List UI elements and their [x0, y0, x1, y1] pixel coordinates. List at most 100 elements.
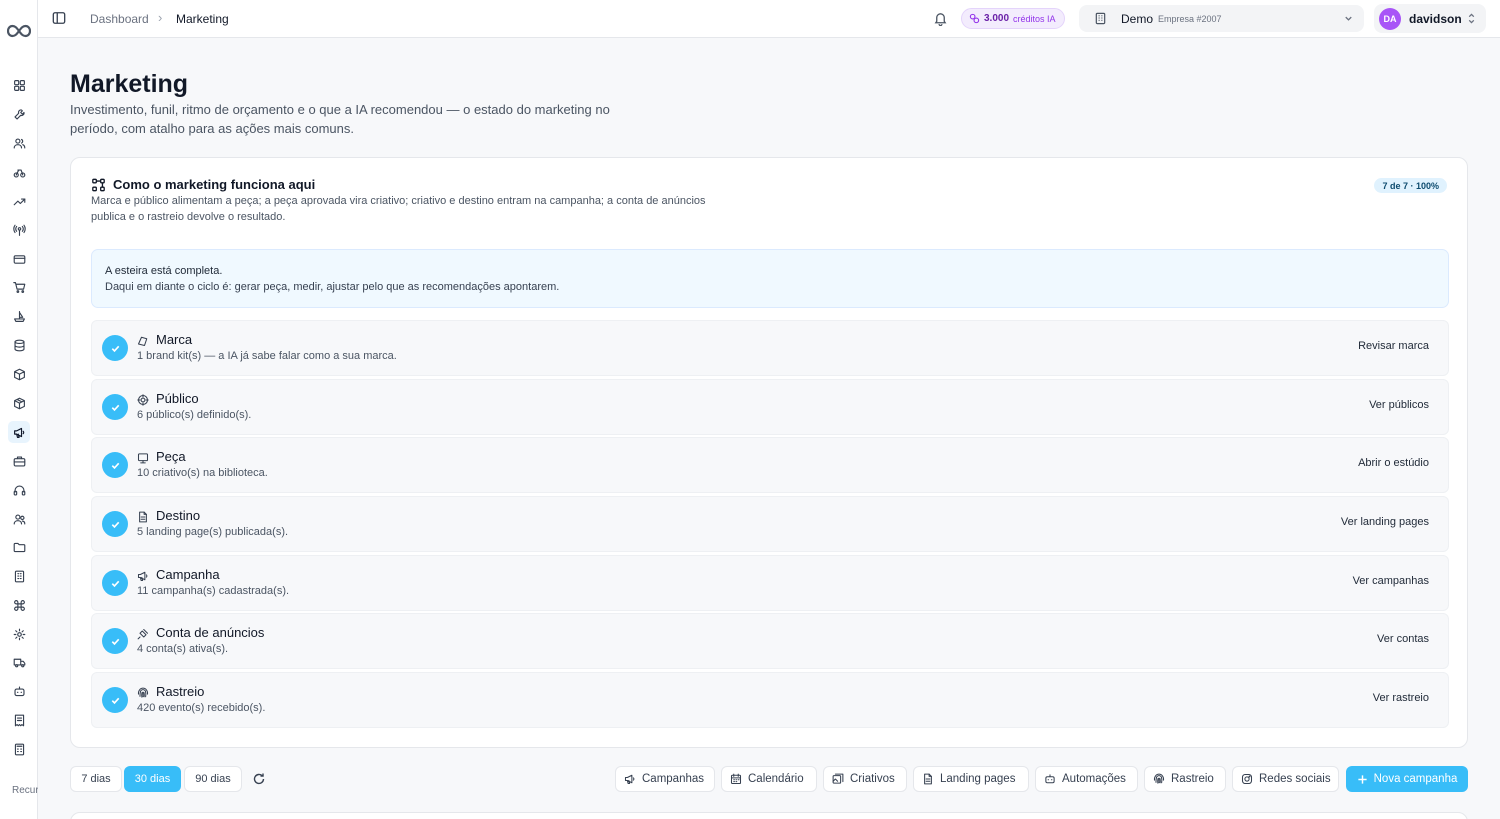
calendar-icon [730, 773, 742, 785]
step-action-link[interactable]: Ver campanhas [1353, 575, 1429, 587]
app-logo-icon[interactable] [7, 22, 31, 40]
sparkle-icon [969, 13, 980, 24]
tools-icon [13, 108, 26, 121]
target-icon [137, 393, 149, 406]
database-icon [13, 339, 26, 352]
toolbar-calendário-button[interactable]: Calendário [721, 766, 817, 792]
toolbar-button-label: Automações [1062, 773, 1126, 785]
toolbar-button-label: Calendário [748, 773, 804, 785]
images-icon [832, 773, 844, 785]
toolbar-button-label: Criativos [850, 773, 895, 785]
toolbar-redes-sociais-button[interactable]: Redes sociais [1232, 766, 1339, 792]
sidebar-item-card[interactable] [8, 248, 30, 270]
sidebar-item-cart[interactable] [8, 276, 30, 298]
check-circle-icon [102, 570, 128, 596]
page-subtitle: Investimento, funil, ritmo de orçamento … [70, 102, 610, 136]
sidebar-footer-label[interactable]: Recursos avançados [12, 785, 38, 797]
megaphone-icon [13, 426, 26, 439]
breadcrumb-current: Marketing [176, 12, 229, 26]
banner-title: A esteira está completa. [105, 265, 223, 277]
sidebar-item-folder[interactable] [8, 536, 30, 558]
receipt-icon [13, 714, 26, 727]
toolbar-button-label: Landing pages [940, 773, 1016, 785]
step-description: 6 público(s) definido(s). [137, 409, 252, 421]
credits-badge[interactable]: 3.000 créditos IA [961, 8, 1065, 29]
sidebar-item-robot[interactable] [8, 680, 30, 702]
antenna-icon [12, 224, 26, 237]
sidebar-item-command[interactable] [8, 594, 30, 616]
step-action-link[interactable]: Ver públicos [1369, 399, 1429, 411]
megaphone-icon [624, 773, 636, 785]
sidebar-item-briefcase[interactable] [8, 450, 30, 472]
gear-icon [13, 628, 26, 641]
range-button[interactable]: 7 dias [70, 766, 122, 792]
company-selector[interactable]: Demo Empresa #2007 [1079, 5, 1364, 32]
step-action-link[interactable]: Abrir o estúdio [1358, 457, 1429, 469]
step-action-link[interactable]: Ver contas [1377, 633, 1429, 645]
toolbar-rastreio-button[interactable]: Rastreio [1144, 766, 1226, 792]
sidebar-item-gear[interactable] [8, 623, 30, 645]
toolbar-landing-pages-button[interactable]: Landing pages [913, 766, 1029, 792]
toolbar-automações-button[interactable]: Automações [1035, 766, 1138, 792]
flow-title: Como o marketing funciona aqui [113, 177, 316, 192]
sidebar: Recursos avançados [0, 0, 38, 819]
sidebar-item-users[interactable] [8, 132, 30, 154]
sidebar-item-calculator[interactable] [8, 738, 30, 760]
flow-step: Público 6 público(s) definido(s). Ver públ… [91, 379, 1449, 435]
credits-amount: 3.000 [984, 13, 1010, 24]
sidebar-item-bike[interactable] [8, 161, 30, 183]
step-action-link[interactable]: Ver landing pages [1341, 516, 1429, 528]
step-description: 420 evento(s) recebido(s). [137, 702, 266, 714]
breadcrumb-dashboard[interactable]: Dashboard [90, 12, 149, 26]
bell-icon[interactable] [933, 11, 948, 26]
new-campaign-label: Nova campanha [1373, 773, 1458, 785]
step-name: Conta de anúncios [156, 625, 265, 640]
user-menu[interactable]: DA davidson [1374, 4, 1486, 33]
sidebar-item-team[interactable] [8, 508, 30, 530]
sidebar-item-box[interactable] [8, 363, 30, 385]
toolbar-button-label: Campanhas [642, 773, 705, 785]
sidebar-item-receipt[interactable] [8, 709, 30, 731]
sidebar-item-tools[interactable] [8, 103, 30, 125]
sidebar-item-ship[interactable] [8, 305, 30, 327]
fingerprint-icon [137, 686, 149, 698]
step-description: 11 campanha(s) cadastrada(s). [137, 585, 290, 597]
page-title: Marketing [70, 70, 189, 98]
plug-icon [137, 627, 149, 640]
fingerprint-icon [1153, 773, 1165, 785]
toolbar-campanhas-button[interactable]: Campanhas [615, 766, 715, 792]
step-action-link[interactable]: Ver rastreio [1373, 692, 1429, 704]
sidebar-item-antenna[interactable] [8, 219, 30, 241]
chevron-updown-icon [1468, 13, 1475, 24]
folder-icon [13, 541, 26, 554]
toolbar-criativos-button[interactable]: Criativos [823, 766, 907, 792]
banner-text: Daqui em diante o ciclo é: gerar peça, m… [105, 281, 560, 293]
building-icon [13, 570, 26, 583]
headset-icon [13, 484, 26, 497]
command-icon [13, 599, 26, 612]
range-button[interactable]: 90 dias [184, 766, 242, 792]
sidebar-toggle-icon[interactable] [52, 11, 66, 25]
sidebar-item-megaphone[interactable] [8, 421, 30, 443]
range-button[interactable]: 30 dias [124, 766, 181, 792]
flow-complete-banner: A esteira está completa. Daqui em diante… [91, 249, 1449, 308]
check-circle-icon [102, 452, 128, 478]
marketing-flow-card: Como o marketing funciona aqui Marca e p… [70, 157, 1468, 748]
sidebar-item-headset[interactable] [8, 479, 30, 501]
step-action-link[interactable]: Revisar marca [1358, 340, 1429, 352]
refresh-icon[interactable] [252, 772, 266, 786]
plus-icon [1358, 774, 1367, 784]
new-campaign-button[interactable]: Nova campanha [1346, 766, 1468, 792]
sidebar-item-trend[interactable] [8, 190, 30, 212]
sidebar-item-database[interactable] [8, 334, 30, 356]
sidebar-item-package[interactable] [8, 392, 30, 414]
step-name: Destino [156, 508, 201, 523]
megaphone-icon [137, 569, 149, 582]
sidebar-item-dashboard[interactable] [8, 74, 30, 96]
sidebar-item-building[interactable] [8, 565, 30, 587]
cart-icon [12, 281, 26, 294]
step-name: Campanha [156, 567, 220, 582]
sidebar-item-truck[interactable] [8, 651, 30, 673]
flow-step: Peça 10 criativo(s) na biblioteca. Abrir o… [91, 437, 1449, 493]
package-icon [13, 397, 26, 410]
